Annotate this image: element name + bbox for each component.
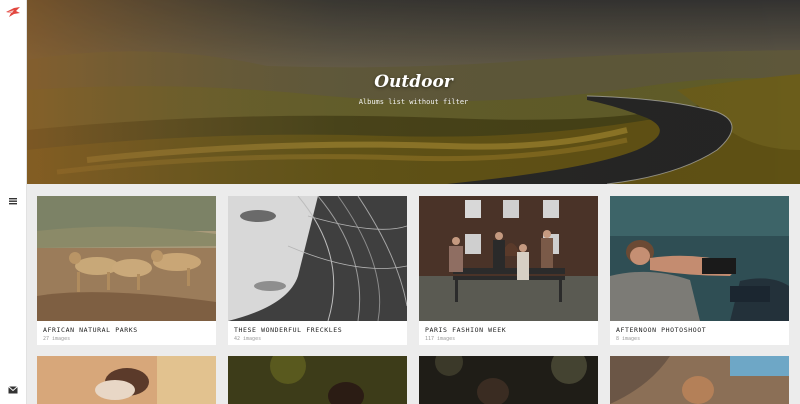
album-title: THESE WONDERFUL FRECKLES bbox=[234, 326, 343, 334]
album-image-count: 8 images bbox=[616, 336, 641, 342]
album-title: AFRICAN NATURAL PARKS bbox=[43, 326, 138, 334]
envelope-icon[interactable] bbox=[8, 386, 18, 394]
page-subtitle: Albums list without filter bbox=[358, 98, 469, 106]
hero-landscape-image bbox=[27, 0, 800, 184]
album-cover-image bbox=[610, 356, 789, 404]
side-rail bbox=[0, 0, 27, 404]
album-image-count: 42 images bbox=[234, 336, 262, 342]
album-card[interactable] bbox=[37, 356, 216, 404]
album-card[interactable] bbox=[228, 356, 407, 404]
album-card-afternoon-photoshoot[interactable]: AFTERNOON PHOTOSHOOT 8 images bbox=[610, 196, 789, 345]
album-image-count: 27 images bbox=[43, 336, 71, 342]
album-card-african-natural-parks[interactable]: AFRICAN NATURAL PARKS 27 images bbox=[37, 196, 216, 345]
album-title: PARIS FASHION WEEK bbox=[425, 326, 507, 334]
album-card[interactable] bbox=[610, 356, 789, 404]
hamburger-menu-icon[interactable] bbox=[8, 196, 18, 206]
album-cover-image bbox=[228, 356, 407, 404]
album-cover-image bbox=[610, 196, 789, 321]
page-title: Outdoor bbox=[374, 72, 453, 92]
album-cover-image bbox=[419, 196, 598, 321]
album-cover-image bbox=[37, 356, 216, 404]
album-title: AFTERNOON PHOTOSHOOT bbox=[616, 326, 707, 334]
album-card-paris-fashion-week[interactable]: PARIS FASHION WEEK 117 images bbox=[419, 196, 598, 345]
album-cover-image bbox=[419, 356, 598, 404]
album-card[interactable] bbox=[419, 356, 598, 404]
album-cover-image bbox=[228, 196, 407, 321]
hero-banner: Outdoor Albums list without filter bbox=[27, 0, 800, 184]
album-image-count: 117 images bbox=[425, 336, 456, 342]
album-cover-image bbox=[37, 196, 216, 321]
album-card-these-wonderful-freckles[interactable]: THESE WONDERFUL FRECKLES 42 images bbox=[228, 196, 407, 345]
bird-logo-icon[interactable] bbox=[5, 6, 21, 18]
